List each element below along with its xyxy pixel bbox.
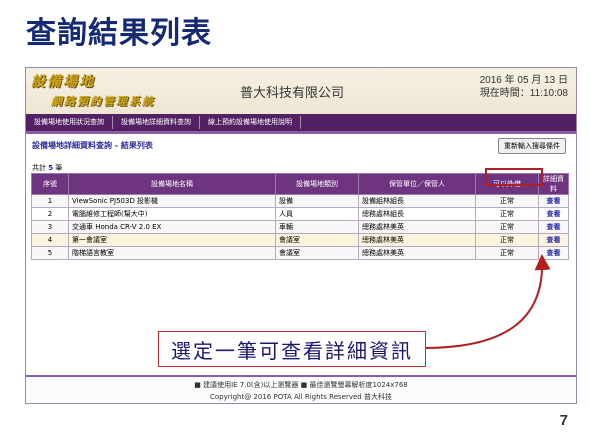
- result-count: 共計 5 筆: [32, 163, 62, 173]
- col-header-no: 序號: [31, 173, 69, 195]
- cell-category: 會議室: [275, 233, 359, 247]
- footer-browser-note: ■ 建議使用IE 7.0(含)以上瀏覽器 ■ 最佳瀏覽螢幕解析度1024x768: [194, 381, 408, 389]
- cell-lendable: 正常: [475, 220, 539, 234]
- count-value: 5: [48, 164, 54, 172]
- cell-name: 電腦維修工程師(幫大中): [68, 207, 276, 221]
- cell-lendable: 正常: [475, 207, 539, 221]
- results-table: 序號 設備場地名稱 設備場地類別 保管單位／保管人 可以外借 詳細資料 1 Vi…: [31, 173, 569, 260]
- view-detail-link[interactable]: 查看: [547, 197, 561, 205]
- cell-detail: 查看: [538, 194, 569, 208]
- nav-booking-guide[interactable]: 線上預約設備場地使用說明: [200, 116, 301, 129]
- logo-line2: 網路預約管理系統: [51, 95, 155, 108]
- view-detail-link[interactable]: 查看: [547, 223, 561, 231]
- cell-lendable: 正常: [475, 233, 539, 247]
- cell-name: 階梯語言教室: [68, 246, 276, 260]
- company-name: 普大科技有限公司: [240, 86, 345, 101]
- view-detail-link[interactable]: 查看: [547, 210, 561, 218]
- cell-detail: 查看: [538, 233, 569, 247]
- count-prefix: 共計: [32, 164, 46, 172]
- reset-search-button[interactable]: 重新輸入搜尋條件: [498, 138, 566, 154]
- current-time: 現在時間：11:10:08: [479, 88, 568, 99]
- nav-detail-query[interactable]: 設備場地詳細資料查詢: [113, 116, 200, 129]
- cell-no: 5: [31, 246, 69, 260]
- cell-detail: 查看: [538, 246, 569, 260]
- table-row: 2 電腦維修工程師(幫大中) 人員 總務處林組長 正常 查看: [31, 207, 569, 221]
- main-nav: 設備場地使用狀況查詢 設備場地詳細資料查詢 線上預約設備場地使用說明: [26, 114, 576, 134]
- view-detail-link[interactable]: 查看: [547, 236, 561, 244]
- cell-lendable: 正常: [475, 194, 539, 208]
- cell-keeper: 總務處林美英: [358, 246, 476, 260]
- cell-keeper: 總務處林組長: [358, 207, 476, 221]
- table-row-selected: 4 第一會議室 會議室 總務處林美英 正常 查看: [31, 233, 569, 247]
- slide-page-number: 7: [559, 412, 568, 429]
- cell-no: 2: [31, 207, 69, 221]
- callout-annotation: 選定一筆可查看詳細資訊: [158, 331, 426, 367]
- view-detail-link[interactable]: 查看: [547, 249, 561, 257]
- cell-no: 3: [31, 220, 69, 234]
- cell-category: 車輛: [275, 220, 359, 234]
- cell-detail: 查看: [538, 207, 569, 221]
- table-row: 1 ViewSonic PJ503D 投影機 設備 設備組林組長 正常 查看: [31, 194, 569, 208]
- cell-lendable: 正常: [475, 246, 539, 260]
- cell-keeper: 設備組林組長: [358, 194, 476, 208]
- col-header-category: 設備場地類別: [275, 173, 359, 195]
- table-row: 3 交通車 Honda CR-V 2.0 EX 車輛 總務處林美英 正常 查看: [31, 220, 569, 234]
- col-header-keeper: 保管單位／保管人: [358, 173, 476, 195]
- cell-keeper: 總務處林美英: [358, 220, 476, 234]
- cell-name: 第一會議室: [68, 233, 276, 247]
- page-heading: 設備場地詳細資料查詢 - 結果列表: [32, 141, 153, 150]
- slide-title: 查詢結果列表: [26, 16, 212, 51]
- cell-category: 人員: [275, 207, 359, 221]
- cell-no: 1: [31, 194, 69, 208]
- col-header-detail: 詳細資料: [538, 173, 569, 195]
- cell-detail: 查看: [538, 220, 569, 234]
- table-row: 5 階梯語言教室 會議室 總務處林美英 正常 查看: [31, 246, 569, 260]
- date-time-display: 2016 年 05 月 13 日 現在時間：11:10:08: [480, 74, 568, 100]
- cell-name: ViewSonic PJ503D 投影機: [68, 194, 276, 208]
- cell-keeper: 總務處林美英: [358, 233, 476, 247]
- current-date: 2016 年 05 月 13 日: [479, 75, 568, 86]
- site-logo: 設備場地 網路預約管理系統: [31, 71, 191, 111]
- cell-category: 會議室: [275, 246, 359, 260]
- site-header: 設備場地 網路預約管理系統 普大科技有限公司 2016 年 05 月 13 日 …: [26, 68, 576, 114]
- nav-status-query[interactable]: 設備場地使用狀況查詢: [26, 116, 113, 129]
- highlight-box: [485, 168, 543, 186]
- count-suffix: 筆: [55, 164, 63, 172]
- footer-copyright: Copyright@ 2016 POTA All Rights Reserved…: [210, 393, 392, 401]
- site-footer: ■ 建議使用IE 7.0(含)以上瀏覽器 ■ 最佳瀏覽螢幕解析度1024x768…: [26, 375, 576, 403]
- logo-line1: 設備場地: [31, 74, 95, 90]
- cell-name: 交通車 Honda CR-V 2.0 EX: [68, 220, 276, 234]
- cell-no: 4: [31, 233, 69, 247]
- col-header-name: 設備場地名稱: [68, 173, 276, 195]
- cell-category: 設備: [275, 194, 359, 208]
